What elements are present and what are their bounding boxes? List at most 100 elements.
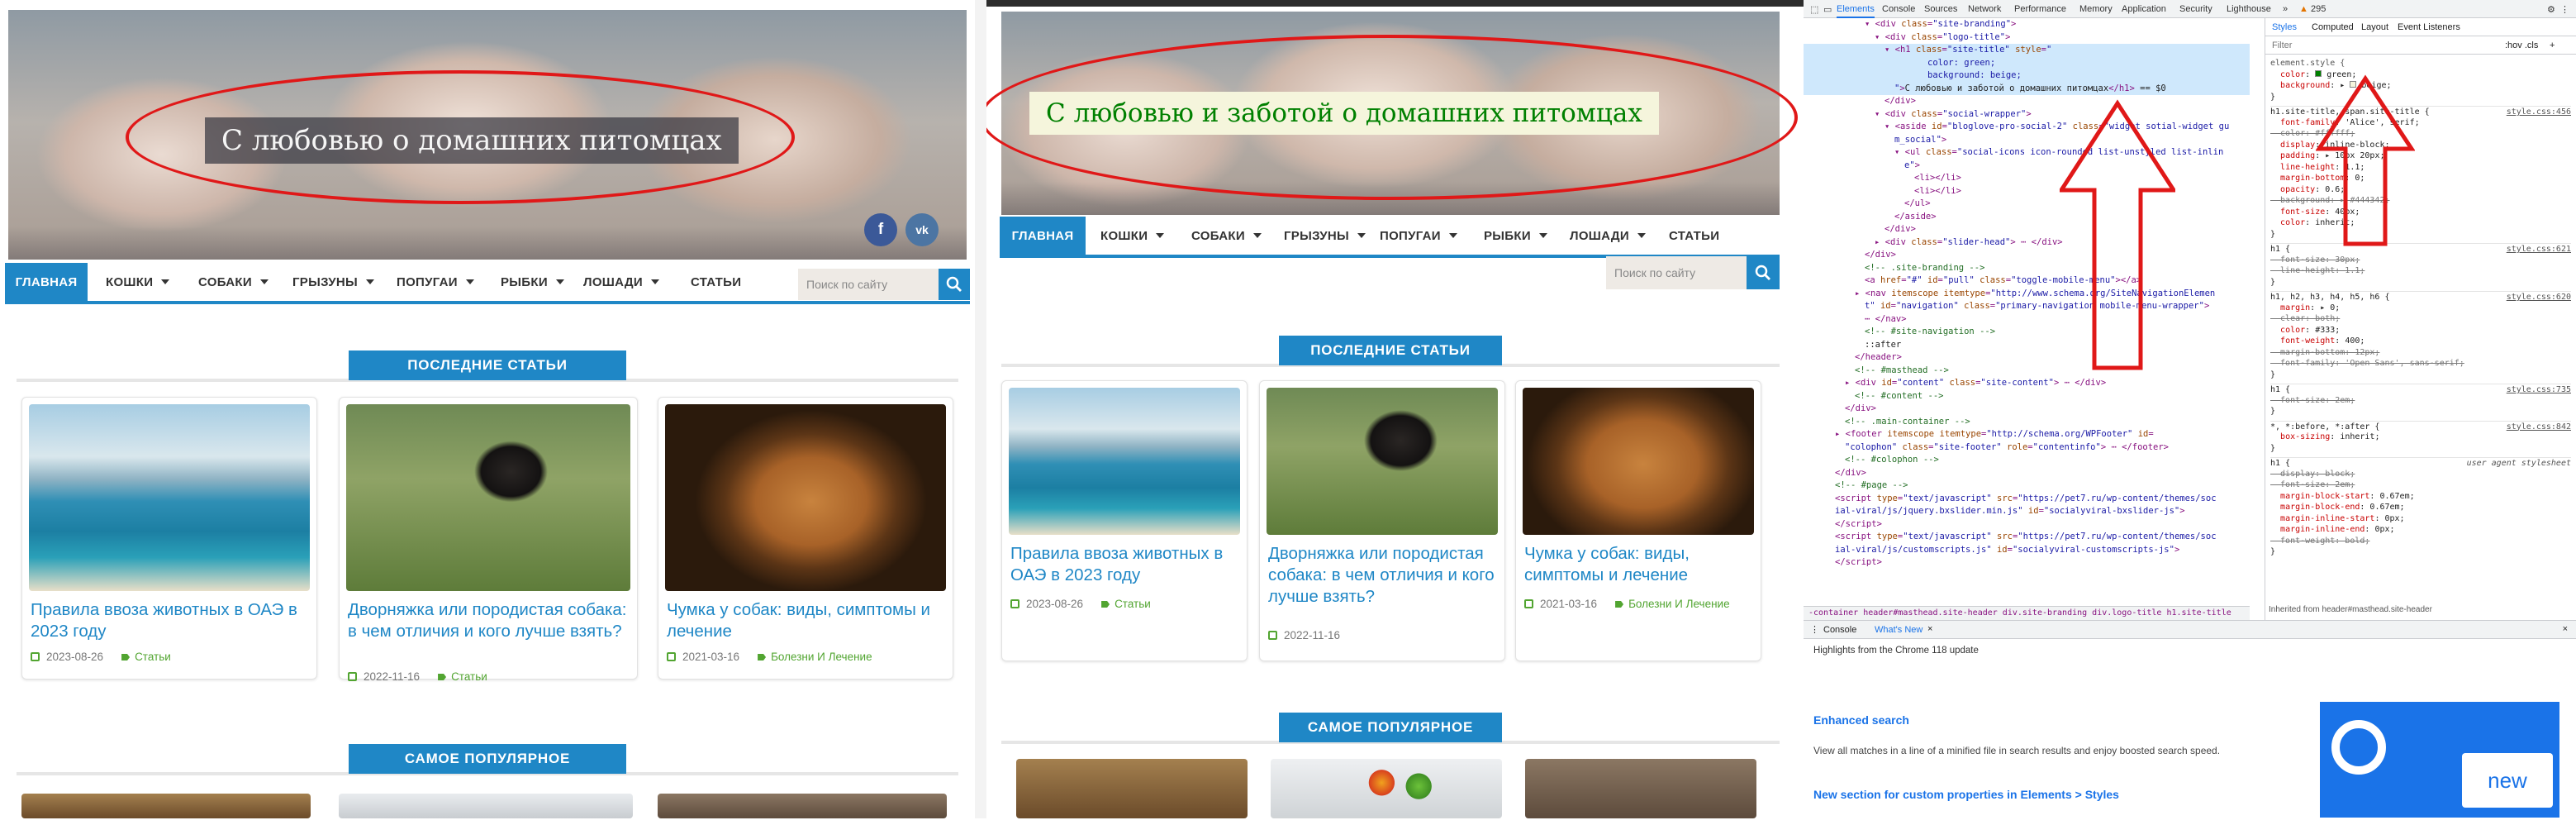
article-title[interactable]: Дворняжка или породистая собака: в чем о… — [348, 599, 629, 642]
article-card[interactable]: Дворняжка или породистая собака: в чем о… — [339, 397, 638, 683]
tab-security[interactable]: Security — [2179, 4, 2212, 14]
nav-home[interactable]: ГЛАВНАЯ — [1000, 217, 1086, 255]
article-category[interactable]: Болезни И Лечение — [1628, 598, 1730, 610]
tab-memory[interactable]: Memory — [2079, 4, 2113, 14]
more-tabs-icon[interactable]: » — [2283, 4, 2288, 14]
search-input[interactable]: Поиск по сайту — [798, 269, 939, 300]
style-rules[interactable]: element.style { color: green; background… — [2265, 55, 2576, 561]
close-icon[interactable]: × — [1927, 624, 1932, 634]
drawer-menu-icon[interactable]: ⋮ — [1810, 624, 1819, 635]
article-meta: 2022-11-16 — [1268, 629, 1340, 641]
add-rule-icon[interactable]: + — [2550, 41, 2555, 50]
breadcrumb[interactable]: -container header#masthead.site-header d… — [1804, 606, 2250, 620]
tab-elements[interactable]: Elements — [1837, 4, 1875, 18]
issues-badge[interactable]: ▲ 295 — [2299, 4, 2326, 14]
popular-image[interactable] — [339, 794, 633, 818]
article-card[interactable]: Правила ввоза животных в ОАЭ в 2023 году… — [21, 397, 317, 680]
styles-pane: Styles Computed Layout Event Listeners F… — [2265, 18, 2576, 620]
inspect-icon[interactable]: ⬚ — [1810, 4, 1818, 15]
article-image[interactable] — [1009, 388, 1240, 535]
nav-home[interactable]: ГЛАВНАЯ — [5, 263, 88, 301]
popular-image[interactable] — [1271, 759, 1502, 818]
article-card[interactable]: Чумка у собак: виды, симптомы и лечение … — [658, 397, 953, 680]
article-category[interactable]: Статьи — [135, 651, 171, 663]
nav-cats[interactable]: КОШКИ — [1100, 217, 1165, 255]
nav-articles[interactable]: СТАТЬИ — [1669, 217, 1719, 255]
nav-parrots[interactable]: ПОПУГАИ — [1380, 217, 1457, 255]
facebook-icon[interactable]: f — [864, 213, 897, 246]
filter-input[interactable]: Filter — [2272, 41, 2292, 50]
article-card[interactable]: Чумка у собак: виды, симптомы и лечение … — [1515, 380, 1761, 661]
highlight-circle — [126, 70, 795, 204]
chevron-down-icon — [161, 279, 170, 284]
tab-application[interactable]: Application — [2122, 4, 2166, 14]
tab-sources[interactable]: Sources — [1924, 4, 1957, 14]
article-title[interactable]: Чумка у собак: виды, симптомы и лечение — [1524, 543, 1752, 586]
article-date: 2021-03-16 — [682, 651, 740, 663]
nav-label: СОБАКИ — [198, 274, 252, 289]
chrome-logo-icon — [2331, 720, 2386, 775]
article-title[interactable]: Чумка у собак: виды, симптомы и лечение — [667, 599, 944, 642]
article-image[interactable] — [665, 404, 946, 591]
device-toggle-icon[interactable]: ▭ — [1823, 4, 1832, 15]
article-image[interactable] — [29, 404, 310, 591]
dom-tree[interactable]: ▾ <div class="site-branding"> ▾ <div cla… — [1804, 18, 2250, 620]
tab-computed[interactable]: Computed — [2312, 22, 2354, 32]
tab-console[interactable]: Console — [1882, 4, 1915, 14]
article-title[interactable]: Правила ввоза животных в ОАЭ в 2023 году — [1010, 543, 1238, 586]
article-image[interactable] — [1523, 388, 1754, 535]
feature-title[interactable]: Enhanced search — [1813, 713, 1909, 727]
search-button[interactable] — [939, 269, 970, 300]
kebab-menu-icon[interactable]: ⋮ — [2560, 4, 2569, 15]
promo-thumbnail[interactable]: new — [2320, 702, 2559, 818]
feature-title[interactable]: New section for custom properties in Ele… — [1813, 788, 2119, 801]
search-button[interactable] — [1747, 256, 1780, 289]
nav-label: ЛОШАДИ — [583, 274, 643, 289]
article-image[interactable] — [346, 404, 630, 591]
nav-dogs[interactable]: СОБАКИ — [198, 263, 269, 301]
nav-cats[interactable]: КОШКИ — [106, 263, 170, 301]
article-title[interactable]: Правила ввоза животных в ОАЭ в 2023 году — [31, 599, 308, 642]
popular-image[interactable] — [1525, 759, 1756, 818]
nav-dogs[interactable]: СОБАКИ — [1191, 217, 1262, 255]
section-title: САМОЕ ПОПУЛЯРНОЕ — [1279, 713, 1502, 742]
article-category[interactable]: Болезни И Лечение — [771, 651, 872, 663]
nav-articles[interactable]: СТАТЬИ — [691, 263, 741, 301]
article-card[interactable]: Правила ввоза животных в ОАЭ в 2023 году… — [1001, 380, 1248, 661]
nav-fish[interactable]: РЫБКИ — [1484, 217, 1547, 255]
article-image[interactable] — [1267, 388, 1498, 535]
drawer-tab-console[interactable]: Console — [1823, 625, 1856, 635]
nav-label: СОБАКИ — [1191, 228, 1245, 243]
chevron-down-icon — [1637, 233, 1646, 238]
nav-parrots[interactable]: ПОПУГАИ — [397, 263, 474, 301]
styles-tabbar: Styles Computed Layout Event Listeners — [2265, 18, 2576, 36]
nav-rodents[interactable]: ГРЫЗУНЫ — [292, 263, 374, 301]
nav-fish[interactable]: РЫБКИ — [501, 263, 564, 301]
article-category[interactable]: Статьи — [1115, 598, 1151, 610]
hov-cls-toggle[interactable]: :hov .cls — [2505, 41, 2538, 50]
tab-lighthouse[interactable]: Lighthouse — [2227, 4, 2271, 14]
nav-rodents[interactable]: ГРЫЗУНЫ — [1284, 217, 1366, 255]
tab-layout[interactable]: Layout — [2361, 22, 2388, 32]
calendar-icon — [1524, 599, 1533, 608]
tab-styles[interactable]: Styles — [2272, 22, 2297, 32]
tab-network[interactable]: Network — [1968, 4, 2001, 14]
gear-icon[interactable]: ⚙ — [2547, 4, 2555, 15]
close-drawer-icon[interactable]: × — [2563, 624, 2568, 634]
search-input[interactable]: Поиск по сайту — [1606, 256, 1747, 289]
article-card[interactable]: Дворняжка или породистая собака: в чем о… — [1259, 380, 1505, 661]
tab-performance[interactable]: Performance — [2014, 4, 2066, 14]
nav-horses[interactable]: ЛОШАДИ — [1570, 217, 1646, 255]
article-category[interactable]: Статьи — [451, 670, 487, 683]
tab-event-listeners[interactable]: Event Listeners — [2398, 22, 2460, 32]
popular-image[interactable] — [1016, 759, 1248, 818]
vk-icon[interactable]: vk — [905, 213, 939, 246]
nav-horses[interactable]: ЛОШАДИ — [583, 263, 659, 301]
calendar-icon — [667, 652, 676, 661]
section-title: ПОСЛЕДНИЕ СТАТЬИ — [1279, 336, 1502, 365]
article-title[interactable]: Дворняжка или породистая собака: в чем о… — [1268, 543, 1496, 608]
popular-image[interactable] — [21, 794, 311, 818]
article-meta: 2021-03-16 Болезни И Лечение — [667, 651, 872, 663]
popular-image[interactable] — [658, 794, 947, 818]
drawer-tab-whats-new[interactable]: What's New — [1875, 625, 1922, 635]
